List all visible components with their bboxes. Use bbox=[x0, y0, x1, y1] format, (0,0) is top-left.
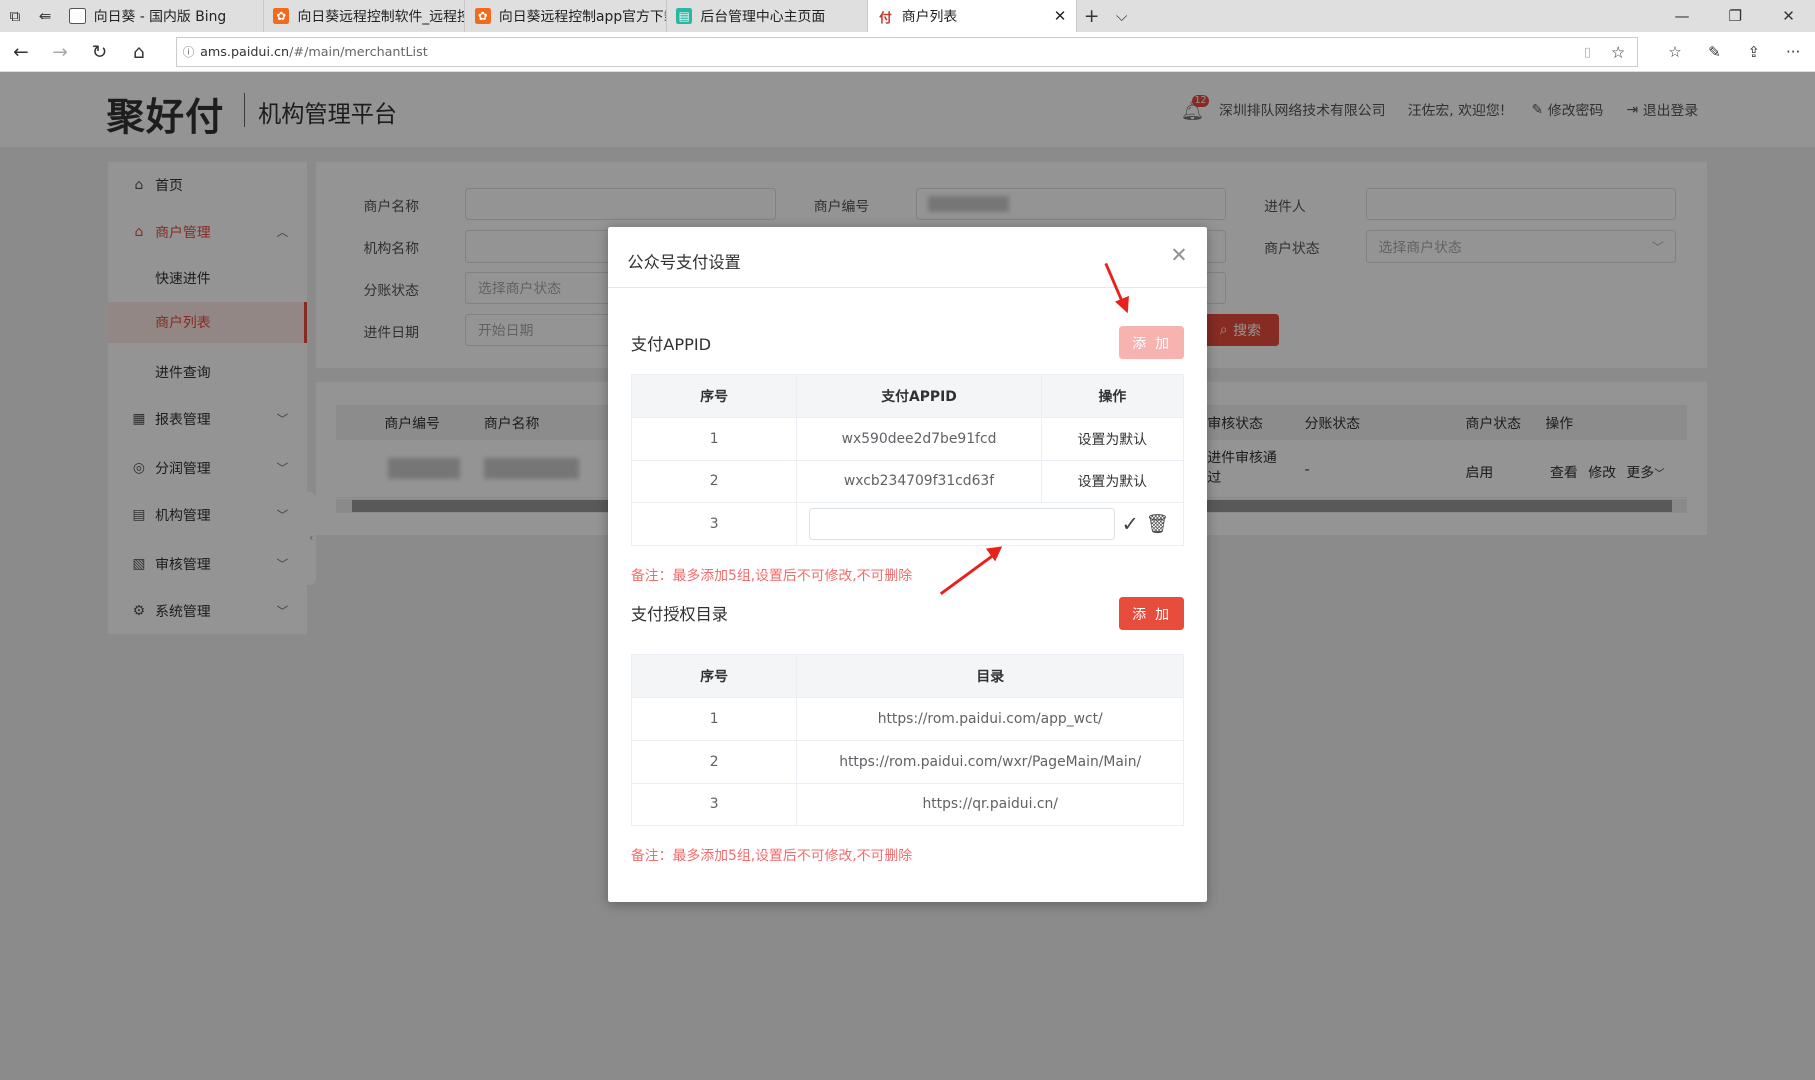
favorites-list-icon[interactable]: ☆ bbox=[1658, 32, 1693, 71]
tab-content: 付 商户列表 bbox=[877, 6, 957, 26]
new-appid-cell: ✓ 🗑︎ bbox=[797, 503, 1185, 547]
header-cell: 序号 bbox=[631, 374, 798, 418]
table-row: 2 wxcb234709f31cd63f 设置为默认 bbox=[631, 460, 1185, 504]
tab-actions-icon[interactable]: ⧉ bbox=[0, 0, 30, 32]
table-header-row: 序号 支付APPID 操作 bbox=[631, 374, 1185, 418]
set-default-link[interactable]: 设置为默认 bbox=[1041, 460, 1185, 504]
row-number: 1 bbox=[631, 697, 798, 741]
minimize-icon[interactable]: — bbox=[1655, 0, 1708, 32]
window-controls: — ❐ ✕ bbox=[1655, 0, 1815, 32]
home-nav-icon[interactable]: ⌂ bbox=[122, 32, 157, 71]
row-number: 2 bbox=[631, 740, 798, 784]
row-number: 2 bbox=[631, 460, 798, 504]
add-appid-button-disabled[interactable]: 添 加 bbox=[1119, 326, 1185, 359]
wechat-pay-settings-dialog: 公众号支付设置 ✕ 支付APPID 添 加 序号 支付APPID 操作 1 wx… bbox=[607, 226, 1208, 902]
favorite-star-icon[interactable]: ☆ bbox=[1611, 43, 1626, 62]
header-cell: 支付APPID bbox=[797, 374, 1042, 418]
close-icon[interactable]: ✕ bbox=[1170, 243, 1187, 267]
dir-value: https://qr.paidui.cn/ bbox=[797, 783, 1185, 827]
table-row: 1 wx590dee2d7be91fcd 设置为默认 bbox=[631, 417, 1185, 461]
reading-view-icon[interactable]: ▯ bbox=[1584, 45, 1591, 60]
row-number: 3 bbox=[631, 503, 798, 547]
tab-title: 向日葵远程控制软件_远程控 bbox=[297, 9, 466, 26]
table-row-new: 3 ✓ 🗑︎ bbox=[631, 503, 1185, 547]
set-default-link[interactable]: 设置为默认 bbox=[1041, 417, 1185, 461]
new-appid-input[interactable] bbox=[808, 508, 1115, 541]
browser-tab[interactable]: 向日葵 - 国内版 Bing bbox=[60, 0, 264, 33]
browser-nav-bar: ← → ↻ ⌂ ⓘ ams.paidui.cn /#/main/merchant… bbox=[0, 32, 1815, 72]
tab-title: 商户列表 bbox=[901, 9, 958, 26]
tab-title: 向日葵远程控制app官方下载 bbox=[498, 9, 667, 26]
browser-tab[interactable]: ✿ 向日葵远程控制软件_远程控 bbox=[264, 0, 466, 33]
browser-tab[interactable]: ▤ 后台管理中心主页面 bbox=[667, 0, 869, 33]
confirm-check-icon[interactable]: ✓ bbox=[1122, 512, 1139, 536]
appid-table: 序号 支付APPID 操作 1 wx590dee2d7be91fcd 设置为默认… bbox=[630, 373, 1185, 547]
set-aside-tabs-icon[interactable]: ⇚ bbox=[30, 0, 60, 32]
dir-value: https://rom.paidui.com/app_wct/ bbox=[797, 697, 1185, 741]
delete-trash-icon[interactable]: 🗑︎ bbox=[1146, 513, 1170, 535]
more-options-icon[interactable]: ··· bbox=[1776, 32, 1811, 71]
header-cell: 序号 bbox=[631, 655, 798, 698]
tab-title: 向日葵 - 国内版 Bing bbox=[93, 9, 227, 26]
appid-note: 备注：最多添加5组,设置后不可修改,不可删除 bbox=[630, 567, 913, 584]
appid-value: wxcb234709f31cd63f bbox=[797, 460, 1042, 504]
new-tab-icon[interactable]: + bbox=[1077, 0, 1107, 32]
sunflower-icon: ✿ bbox=[273, 8, 290, 25]
sunflower-icon: ✿ bbox=[474, 8, 491, 25]
table-row: 1 https://rom.paidui.com/app_wct/ bbox=[631, 697, 1185, 741]
restore-icon[interactable]: ❐ bbox=[1709, 0, 1762, 32]
url-host: ams.paidui.cn bbox=[200, 44, 290, 60]
table-row: 2 https://rom.paidui.com/wxr/PageMain/Ma… bbox=[631, 740, 1185, 784]
dir-value: https://rom.paidui.com/wxr/PageMain/Main… bbox=[797, 740, 1185, 784]
row-number: 3 bbox=[631, 783, 798, 827]
header-cell: 目录 bbox=[797, 655, 1185, 698]
refresh-icon[interactable]: ↻ bbox=[82, 32, 117, 71]
row-number: 1 bbox=[631, 417, 798, 461]
browser-page-icon bbox=[69, 8, 86, 25]
tab-title: 后台管理中心主页面 bbox=[700, 9, 826, 26]
close-tab-icon[interactable]: ✕ bbox=[1054, 7, 1067, 25]
url-path: /#/main/merchantList bbox=[289, 44, 428, 60]
table-header-row: 序号 目录 bbox=[631, 655, 1185, 698]
share-icon[interactable]: ⇪ bbox=[1736, 32, 1771, 71]
dir-section-title: 支付授权目录 bbox=[630, 604, 728, 624]
close-window-icon[interactable]: ✕ bbox=[1762, 0, 1815, 32]
appid-value: wx590dee2d7be91fcd bbox=[797, 417, 1042, 461]
pen-icon[interactable]: ✎ bbox=[1697, 32, 1732, 71]
header-cell: 操作 bbox=[1041, 374, 1185, 418]
browser-tab-bar: ⧉ ⇚ 向日葵 - 国内版 Bing ✿ 向日葵远程控制软件_远程控 ✿ 向日葵… bbox=[0, 0, 1815, 33]
dialog-divider bbox=[607, 287, 1208, 289]
admin-icon: ▤ bbox=[676, 8, 693, 25]
address-bar[interactable]: ⓘ ams.paidui.cn /#/main/merchantList ▯ ☆ bbox=[175, 37, 1638, 68]
browser-tab[interactable]: ✿ 向日葵远程控制app官方下载 bbox=[465, 0, 667, 33]
site-info-icon[interactable]: ⓘ bbox=[177, 44, 200, 60]
dir-note: 备注：最多添加5组,设置后不可修改,不可删除 bbox=[630, 848, 913, 865]
forward-icon[interactable]: → bbox=[43, 32, 78, 71]
add-dir-button[interactable]: 添 加 bbox=[1119, 597, 1185, 630]
tab-list-chevron-icon[interactable]: ⌵ bbox=[1107, 0, 1137, 32]
pay-icon: 付 bbox=[879, 10, 892, 26]
table-row: 3 https://qr.paidui.cn/ bbox=[631, 783, 1185, 827]
dir-table: 序号 目录 1 https://rom.paidui.com/app_wct/ … bbox=[630, 654, 1185, 827]
dialog-title: 公众号支付设置 bbox=[627, 252, 741, 272]
appid-section-title: 支付APPID bbox=[630, 335, 712, 355]
browser-tab-active[interactable]: 付 商户列表 ✕ bbox=[868, 0, 1077, 33]
back-icon[interactable]: ← bbox=[3, 32, 38, 71]
